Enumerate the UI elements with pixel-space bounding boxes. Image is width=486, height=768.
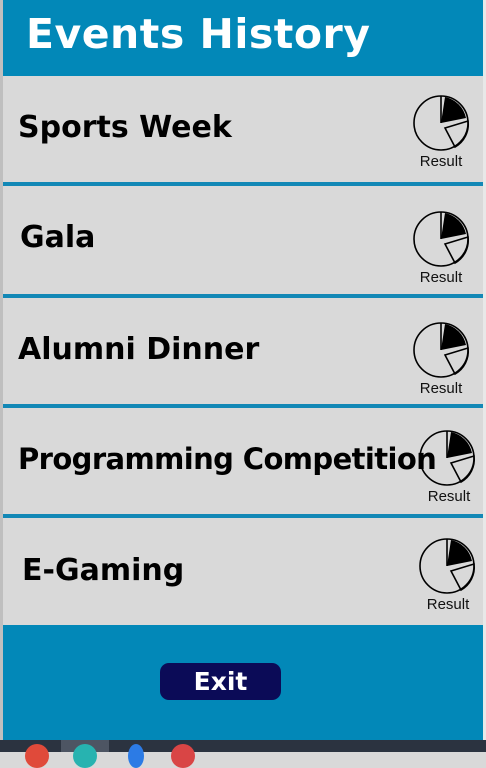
- teal-app-icon[interactable]: [73, 744, 97, 768]
- event-row-sports-week[interactable]: Sports Week Result: [3, 76, 483, 182]
- pie-chart-icon: [419, 538, 476, 594]
- app-footer: Exit: [3, 625, 483, 740]
- pie-chart-icon: [419, 430, 476, 486]
- result-button[interactable]: Result: [417, 537, 477, 613]
- event-name: Programming Competition: [18, 442, 437, 476]
- event-name: Alumni Dinner: [18, 332, 260, 367]
- event-row-alumni-dinner[interactable]: Alumni Dinner Result: [3, 298, 483, 404]
- result-label: Result: [419, 153, 463, 170]
- result-button[interactable]: Result: [411, 321, 471, 397]
- result-button[interactable]: Result: [417, 429, 477, 505]
- exit-button[interactable]: Exit: [160, 663, 281, 700]
- event-name: Sports Week: [18, 110, 232, 145]
- pie-chart-icon: [413, 95, 470, 151]
- result-label: Result: [419, 380, 463, 397]
- app-header: Events History: [3, 0, 483, 76]
- page-title: Events History: [26, 10, 371, 58]
- app-window: Events History Sports Week Result Gala R…: [0, 0, 486, 768]
- blue-app-icon[interactable]: [128, 744, 144, 768]
- result-button[interactable]: Result: [411, 210, 471, 286]
- event-name: E-Gaming: [22, 553, 185, 588]
- red-app-icon[interactable]: [25, 744, 49, 768]
- event-row-gala[interactable]: Gala Result: [3, 186, 483, 294]
- result-label: Result: [426, 596, 470, 613]
- pie-chart-icon: [413, 211, 470, 267]
- event-row-e-gaming[interactable]: E-Gaming Result: [3, 518, 483, 625]
- event-name: Gala: [20, 220, 96, 255]
- result-button[interactable]: Result: [411, 94, 471, 170]
- event-row-programming-competition[interactable]: Programming Competition Result: [3, 408, 483, 514]
- red-app-icon[interactable]: [171, 744, 195, 768]
- result-label: Result: [419, 269, 463, 286]
- result-label: Result: [427, 488, 471, 505]
- pie-chart-icon: [413, 322, 470, 378]
